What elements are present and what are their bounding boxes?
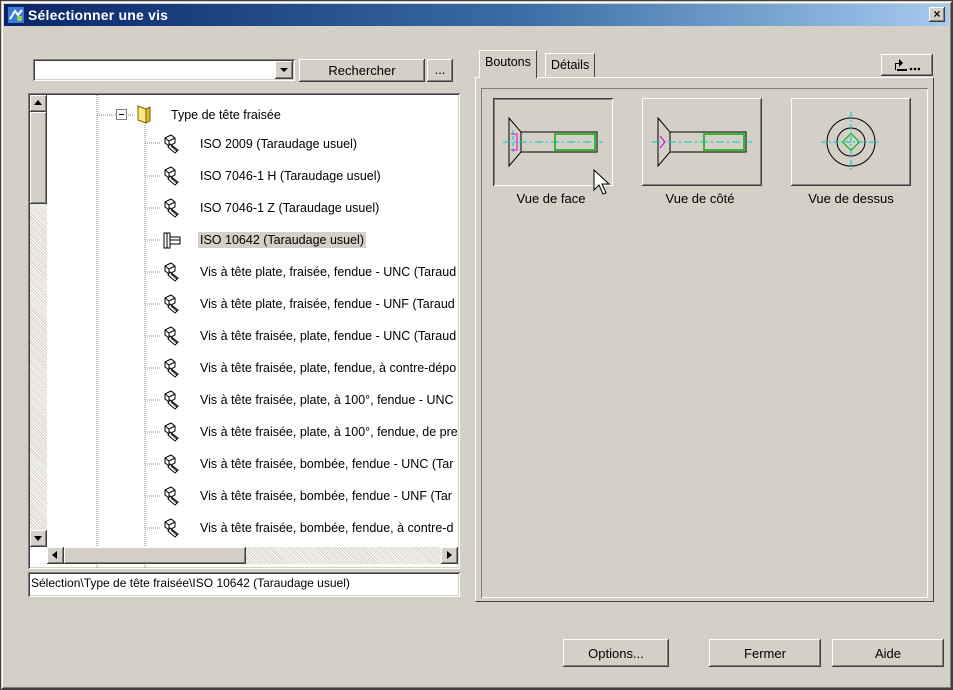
tree-vertical-scrollbar[interactable] [30, 95, 47, 547]
folder-icon [137, 105, 151, 124]
search-combo[interactable] [33, 59, 295, 81]
tree-item[interactable]: Vis à tête fraisée, plate, à 100°, fendu… [28, 384, 460, 416]
tree-item-label: Vis à tête fraisée, bombée, fendue, à co… [200, 521, 454, 535]
screw-icon [164, 358, 179, 378]
scroll-down-button[interactable] [30, 530, 47, 547]
tab-details[interactable]: Détails [545, 53, 596, 77]
front-view-icon [503, 116, 603, 168]
scroll-left-button[interactable] [47, 547, 64, 564]
screw-icon [164, 198, 179, 218]
tree-item[interactable]: Vis à tête fraisée, bombée, fendue, à co… [28, 512, 460, 544]
tree-item[interactable]: Vis à tête plate, fraisée, fendue - UNC … [28, 256, 460, 288]
tree-item[interactable]: Vis à tête fraisée, plate, fendue - UNC … [28, 320, 460, 352]
tree-item-label: Vis à tête fraisée, bombée, fendue - UNC… [200, 457, 454, 471]
folder-up-icon [895, 59, 920, 71]
chevron-down-icon [280, 68, 288, 72]
side-view-button[interactable] [642, 98, 762, 186]
tree-item-label: Vis à tête fraisée, plate, fendue - UNC … [200, 329, 457, 343]
arrow-up-icon [34, 100, 42, 105]
tree-item-label: Vis à tête plate, fraisée, fendue - UNC … [200, 265, 457, 279]
screw-icon [164, 166, 179, 186]
screw-icon [164, 454, 179, 474]
vertical-scroll-thumb[interactable] [30, 112, 47, 204]
tree-item-label: ISO 10642 (Taraudage usuel) [198, 232, 366, 248]
arrow-right-icon [447, 551, 452, 559]
screw-icon [164, 294, 179, 314]
horizontal-scroll-thumb[interactable] [64, 547, 246, 564]
tab-buttons[interactable]: Boutons [479, 50, 537, 78]
tree-item-label: ISO 7046-1 H (Taraudage usuel) [200, 169, 381, 183]
tree-item[interactable]: ISO 7046-1 Z (Taraudage usuel) [28, 192, 460, 224]
tree-item[interactable]: Vis à tête fraisée, bombée, fendue - UNC… [28, 448, 460, 480]
side-view-label: Vue de côté [665, 191, 735, 206]
countersunk-screw-icon [163, 232, 181, 249]
navigate-up-button[interactable] [881, 54, 933, 76]
search-button[interactable]: Rechercher [299, 59, 425, 82]
tree-item-label: Vis à tête fraisée, plate, à 100°, fendu… [200, 425, 458, 439]
close-window-button[interactable]: × [929, 7, 945, 22]
screw-icon [164, 422, 179, 442]
help-button[interactable]: Aide [832, 639, 944, 667]
tree-item[interactable]: Vis à tête fraisée, plate, à 100°, fendu… [28, 416, 460, 448]
selection-path: Sélection\Type de tête fraisée\ISO 10642… [28, 572, 460, 597]
tree-item[interactable]: Vis à tête fraisée, bombée, fendue - UNF… [28, 480, 460, 512]
tree-folder-label: Type de tête fraisée [171, 108, 281, 122]
tree-item-label: Vis à tête fraisée, bombée, fendue - UNF… [200, 489, 452, 503]
window-title: Sélectionner une vis [28, 7, 169, 23]
side-view-icon [652, 116, 752, 168]
tree-item-label: Vis à tête plate, fraisée, fendue - UNF … [200, 297, 455, 311]
search-input[interactable] [37, 62, 271, 78]
tree-item[interactable]: Vis à tête plate, fraisée, fendue - UNF … [28, 288, 460, 320]
screw-icon [164, 134, 179, 154]
top-view-label: Vue de dessus [808, 191, 894, 206]
dialog-window: Sélectionner une vis × Rechercher ... Ty… [0, 0, 953, 690]
tree-item-label: ISO 2009 (Taraudage usuel) [200, 137, 358, 151]
tree-item[interactable]: ISO 7046-1 H (Taraudage usuel) [28, 160, 460, 192]
tree-item-selected[interactable]: ISO 10642 (Taraudage usuel) [28, 224, 460, 256]
tree-item-label: ISO 7046-1 Z (Taraudage usuel) [200, 201, 380, 215]
arrow-down-icon [34, 536, 42, 541]
combo-dropdown-button[interactable] [275, 61, 293, 79]
tree-item[interactable]: Vis à tête fraisée, plate, fendue, à con… [28, 352, 460, 384]
tree-folder-countersunk[interactable]: Type de tête fraisée [28, 96, 460, 128]
options-button[interactable]: Options... [563, 639, 669, 667]
tree-item-label: Vis à tête fraisée, plate, fendue, à con… [200, 361, 457, 375]
close-button[interactable]: Fermer [709, 639, 821, 667]
scroll-right-button[interactable] [441, 547, 458, 564]
screw-icon [164, 390, 179, 410]
scroll-up-button[interactable] [30, 95, 47, 112]
app-icon [8, 7, 24, 23]
collapse-icon[interactable] [116, 109, 127, 120]
top-view-icon [821, 112, 881, 172]
tree-view[interactable]: Type de tête fraisée ISO 2009 (Taraudage… [28, 93, 460, 569]
browse-button[interactable]: ... [427, 59, 453, 82]
tree-item[interactable]: ISO 2009 (Taraudage usuel) [28, 128, 460, 160]
screw-icon [164, 518, 179, 538]
top-view-button[interactable] [791, 98, 911, 186]
title-bar[interactable]: Sélectionner une vis × [4, 4, 949, 26]
arrow-left-icon [52, 551, 57, 559]
screw-icon [164, 262, 179, 282]
screw-icon [164, 326, 179, 346]
tree-item-label: Vis à tête fraisée, plate, à 100°, fendu… [200, 393, 454, 407]
front-view-label: Vue de face [516, 191, 586, 206]
screw-icon [164, 486, 179, 506]
tree-horizontal-scrollbar[interactable] [47, 547, 458, 564]
